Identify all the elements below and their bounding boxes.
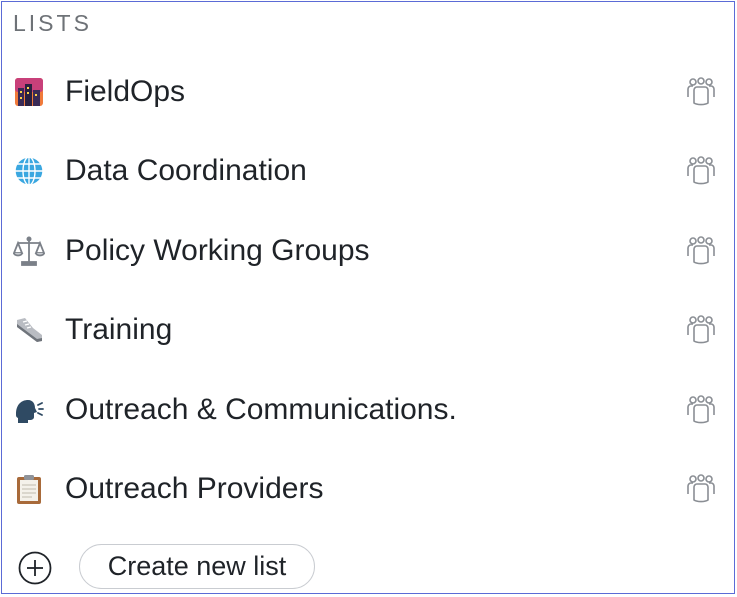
list-item-label: Policy Working Groups <box>65 233 370 267</box>
group-icon <box>687 394 715 424</box>
list-item-outreach-providers[interactable]: Outreach Providers <box>2 450 734 530</box>
group-icon <box>687 76 715 106</box>
scales-icon <box>13 235 45 267</box>
section-title: LISTS <box>13 10 92 36</box>
list-item-policy-working-groups[interactable]: Policy Working Groups <box>2 211 734 291</box>
group-icon <box>687 315 715 344</box>
create-new-list-button[interactable]: Create new list <box>79 544 315 589</box>
list-item-label: Outreach & Communications. <box>65 392 457 426</box>
lists-panel: LISTS FieldOps Data Coordination Policy … <box>1 1 735 594</box>
list-item-label: Outreach Providers <box>65 472 324 506</box>
globe-icon <box>13 155 45 187</box>
plus-circle-icon[interactable] <box>18 551 52 585</box>
list-item-fieldops[interactable]: FieldOps <box>2 52 734 132</box>
list-item-data-coordination[interactable]: Data Coordination <box>2 132 734 212</box>
clipboard-icon <box>13 473 45 505</box>
group-icon <box>687 156 715 185</box>
lists-footer: Create new list <box>2 542 734 592</box>
list-item-training[interactable]: Training <box>2 291 734 371</box>
group-icon <box>687 235 715 265</box>
cityscape-icon <box>13 76 45 108</box>
list-item-label: Training <box>65 313 173 347</box>
list-item-label: FieldOps <box>65 74 186 108</box>
lists-list: FieldOps Data Coordination Policy Workin… <box>2 52 734 529</box>
list-item-outreach-communications[interactable]: Outreach & Communications. <box>2 370 734 450</box>
group-icon <box>687 474 715 503</box>
sneaker-icon <box>13 314 45 346</box>
speaking-head-icon <box>13 394 45 426</box>
list-item-label: Data Coordination <box>65 154 307 188</box>
